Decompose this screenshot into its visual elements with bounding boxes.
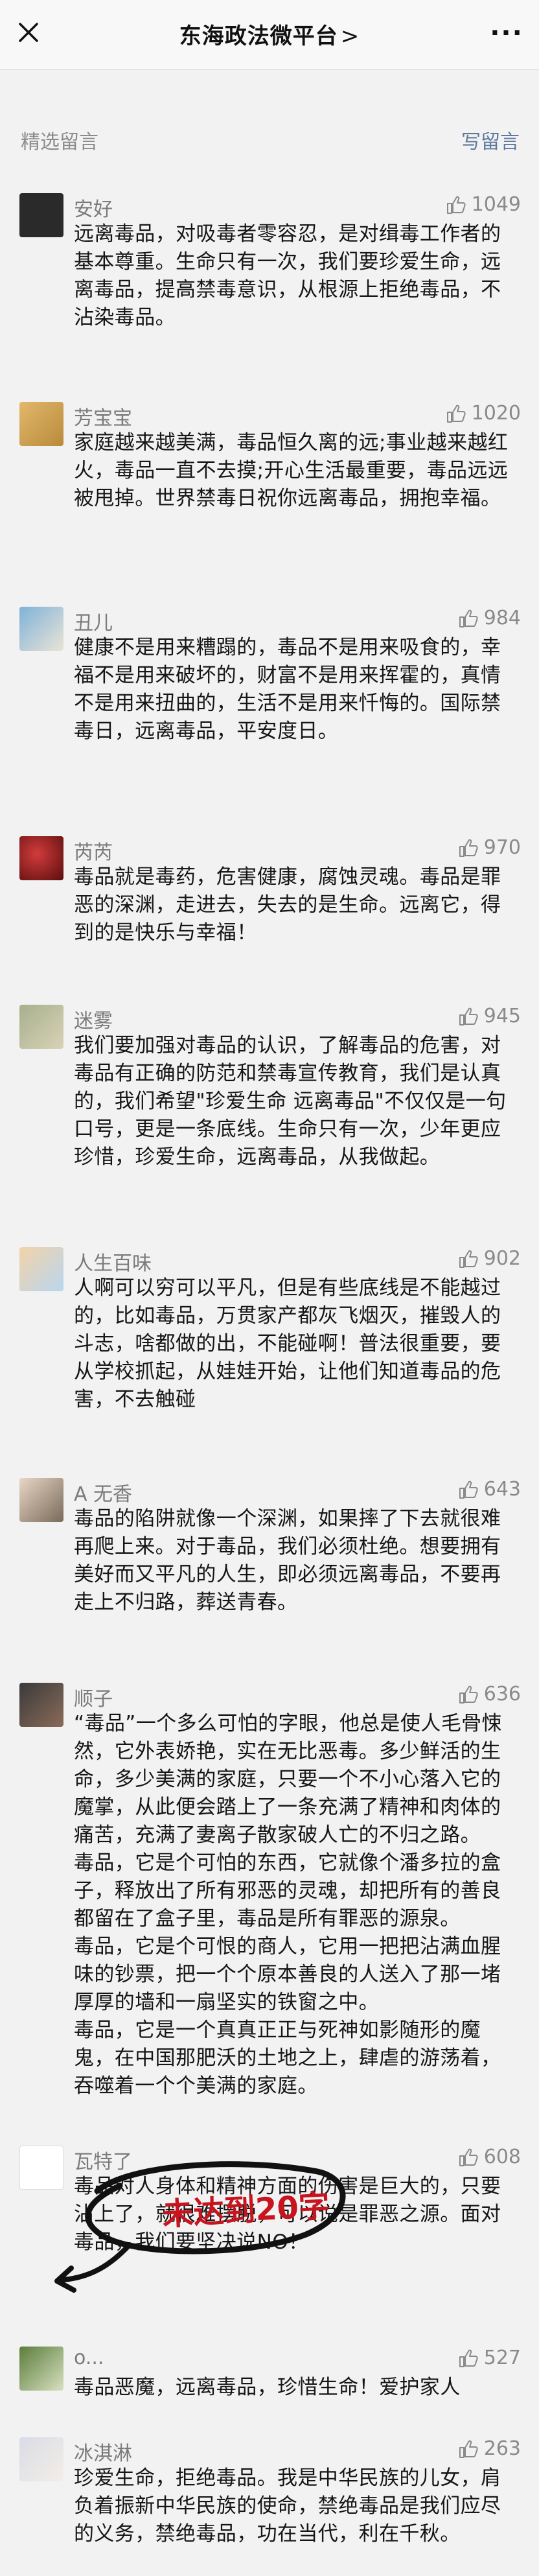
comment-content: 远离毒品，对吸毒者零容忍，是对缉毒工作者的基本尊重。生命只有一次，我们要珍爱生命…: [74, 222, 501, 329]
comment-nickname: 人生百味: [74, 1252, 152, 1275]
comment-nickname: 冰淇淋: [74, 2442, 132, 2465]
avatar[interactable]: [19, 607, 63, 651]
like-count: 643: [483, 1478, 521, 1501]
page-title[interactable]: 东海政法微平台 >: [0, 18, 539, 50]
thumbs-up-icon: [446, 196, 466, 214]
comment-content: 珍爱生命，拒绝毒品。我是中华民族的儿女，肩负着振新中华民族的使命，禁绝毒品是我们…: [74, 2466, 501, 2546]
like-button[interactable]: 970: [458, 836, 521, 859]
comment-content: “毒品”一个多么可怕的字眼，他总是使人毛骨悚然，它外表娇艳，实在无比恶毒。多少鲜…: [74, 1712, 502, 2098]
like-count: 945: [483, 1005, 521, 1027]
like-button[interactable]: 608: [458, 2146, 521, 2168]
thumbs-up-icon: [459, 1007, 478, 1025]
thumbs-up-icon: [459, 1685, 478, 1704]
more-options-button[interactable]: ···: [488, 17, 525, 49]
page-title-text: 东海政法微平台: [179, 23, 338, 49]
avatar[interactable]: [19, 2347, 63, 2391]
like-count: 608: [483, 2146, 521, 2168]
like-count: 636: [483, 1683, 521, 1705]
comment-content: 毒品恶魔，远离毒品，珍惜生命！爱护家人: [74, 2376, 461, 2399]
like-button[interactable]: 1049: [446, 193, 521, 216]
like-button[interactable]: 643: [458, 1478, 521, 1501]
top-nav-bar: 东海政法微平台 > ···: [0, 0, 539, 70]
like-button[interactable]: 1020: [446, 402, 521, 425]
thumbs-up-icon: [459, 1481, 478, 1499]
avatar[interactable]: [19, 1247, 63, 1291]
thumbs-up-icon: [459, 839, 478, 857]
avatar[interactable]: [19, 2437, 63, 2481]
like-count: 902: [483, 1247, 521, 1270]
like-button[interactable]: 902: [458, 1247, 521, 1270]
like-count: 984: [483, 607, 521, 629]
comment-content: 健康不是用来糟蹋的，毒品不是用来吸食的，幸福不是用来破坏的，财富不是用来挥霍的，…: [74, 636, 501, 743]
like-button[interactable]: 945: [458, 1005, 521, 1027]
comment-content: 毒品就是毒药，危害健康，腐蚀灵魂。毒品是罪恶的深渊，走进去，失去的是生命。远离它…: [74, 865, 501, 944]
comment-nickname: 安好: [74, 198, 113, 221]
comment-content: 家庭越来越美满，毒品恒久离的远;事业越来越红火，毒品一直不去摸;开心生活最重要，…: [74, 431, 509, 510]
comment-nickname: 芳宝宝: [74, 407, 132, 430]
avatar[interactable]: [19, 1005, 63, 1049]
avatar[interactable]: [19, 836, 63, 880]
comment-nickname: A 无香: [74, 1483, 133, 1506]
like-count: 263: [483, 2437, 521, 2460]
thumbs-up-icon: [459, 609, 478, 627]
thumbs-up-icon: [459, 2440, 478, 2458]
thumbs-up-icon: [459, 2349, 478, 2367]
like-button[interactable]: 636: [458, 1683, 521, 1705]
comment-nickname: 丑儿: [74, 612, 113, 635]
like-button[interactable]: 263: [458, 2437, 521, 2460]
annotation-arrow-icon: [54, 2242, 132, 2293]
comment-nickname: 芮芮: [74, 841, 113, 864]
comment-nickname: 顺子: [74, 1688, 113, 1711]
comment-content: 我们要加强对毒品的认识，了解毒品的危害，对毒品有正确的防范和禁毒宣传教育，我们是…: [74, 1034, 507, 1169]
chevron-right-icon: >: [340, 23, 360, 49]
comment-nickname: 迷雾: [74, 1010, 113, 1033]
comment-content: 人啊可以穷可以平凡，但是有些底线是不能越过的，比如毒品，万贯家产都灰飞烟灭，摧毁…: [74, 1276, 501, 1411]
thumbs-up-icon: [459, 1250, 478, 1268]
avatar[interactable]: [19, 2146, 63, 2190]
like-count: 1020: [471, 402, 521, 425]
like-count: 527: [483, 2347, 521, 2369]
thumbs-up-icon: [446, 404, 466, 423]
comment-content: 毒品的陷阱就像一个深渊，如果摔了下去就很难再爬上来。对于毒品，我们必须杜绝。想要…: [74, 1507, 501, 1614]
thumbs-up-icon: [459, 2148, 478, 2166]
comments-section-header: 精选留言 写留言: [0, 122, 539, 161]
avatar[interactable]: [19, 1683, 63, 1727]
comment-nickname: o...: [74, 2347, 104, 2369]
avatar[interactable]: [19, 402, 63, 446]
avatar[interactable]: [19, 1478, 63, 1522]
more-icon: ···: [490, 18, 523, 48]
avatar[interactable]: [19, 193, 63, 237]
featured-comments-label: 精选留言: [21, 131, 98, 154]
write-comment-link[interactable]: 写留言: [461, 126, 520, 154]
annotation-label: 未达到20字: [161, 2188, 331, 2233]
like-button[interactable]: 527: [458, 2347, 521, 2369]
like-button[interactable]: 984: [458, 607, 521, 629]
like-count: 970: [483, 836, 521, 859]
like-count: 1049: [471, 193, 521, 216]
